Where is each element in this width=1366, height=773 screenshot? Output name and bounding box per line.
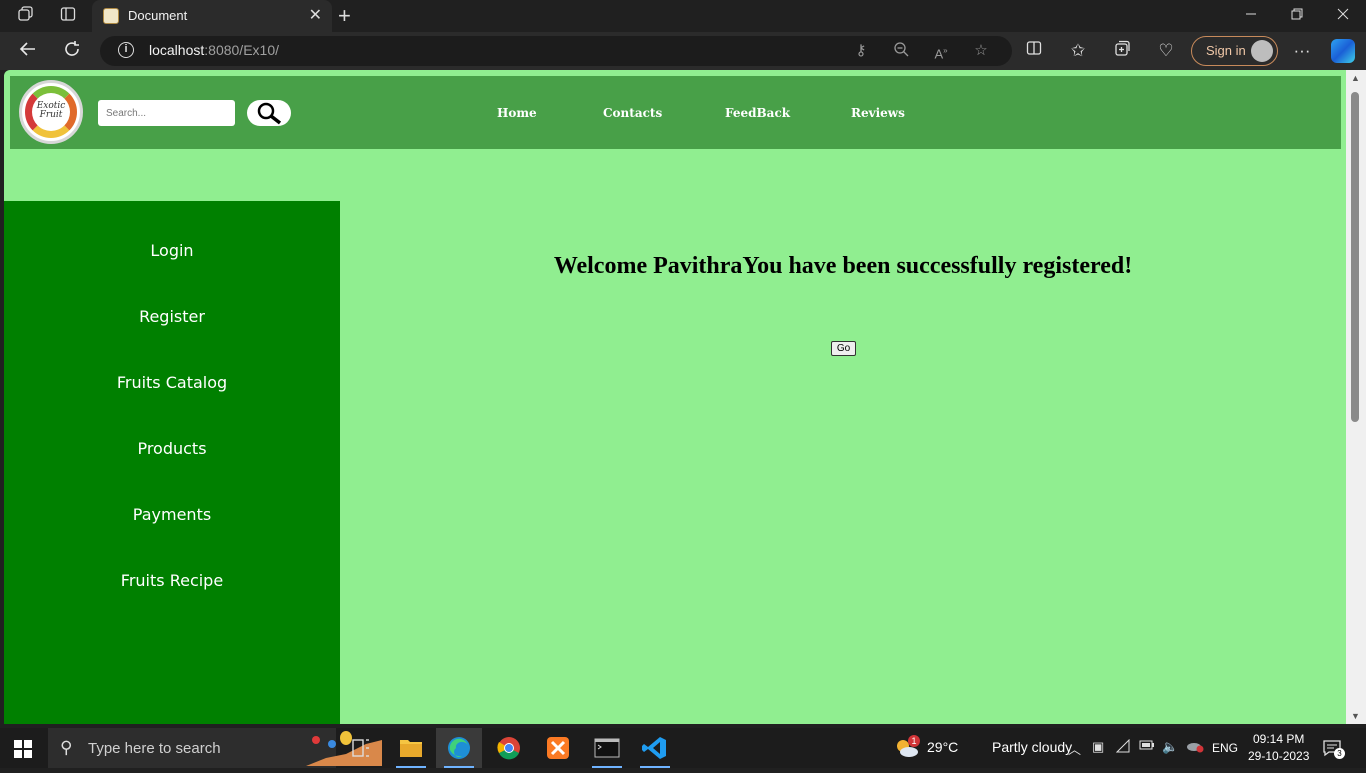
go-button[interactable]: Go: [831, 341, 856, 356]
settings-more-icon[interactable]: ···: [1290, 40, 1314, 62]
scroll-down-icon[interactable]: ▼: [1351, 711, 1360, 721]
taskbar-search-box[interactable]: ⚲ Type here to search: [48, 728, 382, 768]
logo-line2: Fruit: [39, 110, 63, 120]
tab-title: Document: [128, 8, 188, 23]
favorite-star-icon[interactable]: ☆: [970, 41, 992, 61]
magnifier-icon: [257, 102, 282, 125]
browser-tab-bar: Document ✕ +: [0, 0, 1366, 32]
exotic-fruit-logo[interactable]: Exotic Fruit: [19, 80, 83, 144]
zoom-out-icon[interactable]: [890, 41, 912, 63]
sidebar-item-products[interactable]: Products: [4, 439, 340, 458]
volume-icon[interactable]: 🔈: [1162, 739, 1178, 755]
scrollbar-thumb[interactable]: [1351, 92, 1359, 422]
tab-favicon-icon: [103, 8, 119, 24]
address-url[interactable]: localhost:8080/Ex10/: [149, 42, 279, 58]
url-path: :8080/Ex10/: [204, 42, 279, 58]
window-close-icon[interactable]: [1328, 6, 1358, 26]
nav-home-link[interactable]: Home: [497, 106, 537, 120]
clock-date: 29-10-2023: [1248, 749, 1310, 763]
nav-reviews-link[interactable]: Reviews: [851, 106, 905, 120]
password-key-icon[interactable]: ⚷: [850, 41, 872, 61]
edge-taskbar-icon[interactable]: [436, 728, 482, 768]
weather-temperature: 29°C: [927, 739, 959, 755]
onedrive-error-icon[interactable]: [1186, 739, 1204, 756]
profile-avatar-icon: [1251, 40, 1273, 62]
battery-icon[interactable]: [1139, 739, 1155, 754]
page-scrollbar[interactable]: ▲ ▼: [1346, 70, 1366, 724]
sign-in-button[interactable]: Sign in: [1191, 36, 1278, 66]
language-indicator[interactable]: ENG: [1212, 741, 1238, 755]
wifi-icon[interactable]: [1115, 738, 1130, 756]
tab-close-icon[interactable]: ✕: [309, 6, 322, 26]
sidebar-item-register[interactable]: Register: [4, 307, 340, 326]
site-info-icon[interactable]: i: [118, 42, 134, 58]
show-hidden-icons-chevron-icon[interactable]: ︿: [1068, 739, 1081, 758]
site-header: ExoticFruit Home Contacts FeedBack Revie…: [10, 76, 1341, 149]
back-icon[interactable]: [16, 40, 40, 63]
vscode-icon[interactable]: [632, 728, 678, 768]
nav-feedback-link[interactable]: FeedBack: [725, 106, 790, 120]
nav-contacts-link[interactable]: Contacts: [603, 106, 662, 120]
copilot-icon[interactable]: [1331, 39, 1355, 63]
sidebar-item-fruits-recipe[interactable]: Fruits Recipe: [4, 571, 340, 590]
notification-count-badge: 3: [1334, 748, 1345, 759]
sign-in-label: Sign in: [1206, 43, 1246, 58]
meet-now-icon[interactable]: ▣: [1092, 739, 1104, 755]
scroll-up-icon[interactable]: ▲: [1351, 73, 1360, 83]
terminal-icon[interactable]: [584, 728, 630, 768]
logo-text: Exotic Fruit: [22, 102, 80, 120]
weather-alert-badge: 1: [908, 735, 920, 747]
new-tab-icon[interactable]: +: [338, 4, 351, 28]
web-page: ExoticFruit Home Contacts FeedBack Revie…: [4, 70, 1366, 724]
refresh-icon[interactable]: [60, 40, 84, 63]
clock-time: 09:14 PM: [1253, 732, 1305, 746]
split-screen-icon[interactable]: [1022, 40, 1046, 62]
welcome-message: Welcome PavithraYou have been successful…: [553, 253, 1133, 279]
address-bar[interactable]: i localhost:8080/Ex10/ ⚷ A» ☆: [100, 36, 1012, 66]
url-host: localhost: [149, 42, 205, 58]
minimize-icon[interactable]: [1236, 6, 1266, 26]
file-explorer-icon[interactable]: [388, 728, 434, 768]
notification-center-icon[interactable]: 3: [1322, 738, 1345, 763]
browser-essentials-icon[interactable]: ♡: [1154, 40, 1178, 62]
collections-icon[interactable]: [1110, 40, 1134, 62]
xampp-icon[interactable]: [535, 728, 581, 768]
workspaces-icon[interactable]: [15, 6, 37, 26]
sidebar-item-payments[interactable]: Payments: [4, 505, 340, 524]
weather-description: Partly cloudy: [992, 739, 1073, 755]
browser-toolbar: i localhost:8080/Ex10/ ⚷ A» ☆ ✩ ♡ Sign i…: [0, 32, 1366, 70]
vertical-tabs-icon[interactable]: [57, 6, 79, 26]
windows-taskbar: ⚲ Type here to search 1 29°C Partly clou…: [0, 728, 1366, 768]
sidebar-item-login[interactable]: Login: [4, 241, 340, 260]
chrome-icon[interactable]: [486, 728, 532, 768]
read-aloud-icon[interactable]: A»: [930, 41, 952, 64]
browser-tab-document[interactable]: Document ✕: [92, 0, 332, 32]
restore-icon[interactable]: [1282, 6, 1312, 26]
sidebar-menu: Login Register Fruits Catalog Products P…: [4, 201, 340, 724]
taskbar-search-placeholder: Type here to search: [88, 740, 221, 757]
site-search-input[interactable]: [98, 100, 235, 126]
site-search-button[interactable]: [247, 100, 291, 126]
favorites-icon[interactable]: ✩: [1066, 40, 1090, 62]
search-icon: ⚲: [60, 738, 73, 757]
windows-start-icon[interactable]: [14, 740, 32, 758]
task-view-icon[interactable]: [338, 728, 384, 768]
sidebar-item-fruits-catalog[interactable]: Fruits Catalog: [4, 373, 340, 392]
